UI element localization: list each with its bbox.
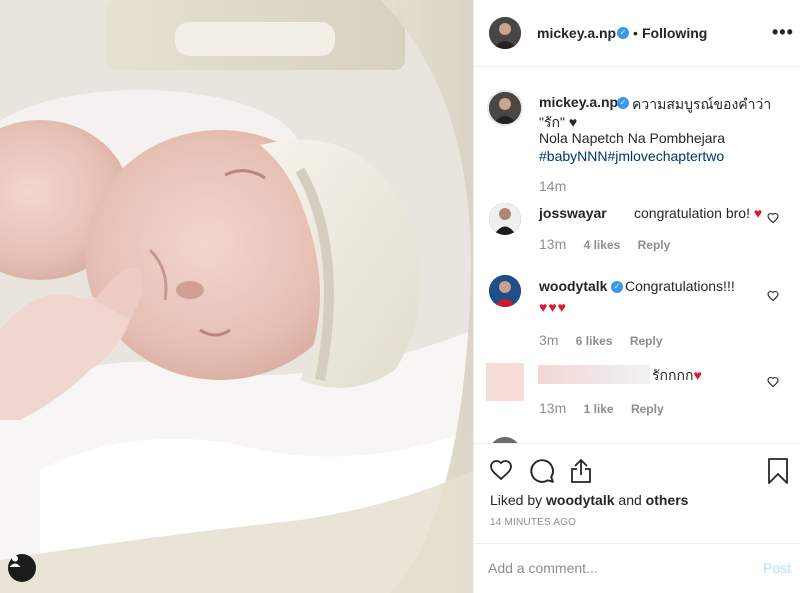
- heart-outline-icon[interactable]: [488, 458, 514, 482]
- heart-outline-icon[interactable]: [767, 290, 779, 302]
- commenter-avatar[interactable]: [489, 275, 521, 307]
- add-comment-bar: Post: [474, 543, 800, 593]
- commenter-username[interactable]: woodytalk: [539, 278, 607, 294]
- red-heart-emoji: ♥: [693, 367, 702, 383]
- comment-text: รักกกก♥: [652, 365, 702, 387]
- commenter-username[interactable]: josswayar: [539, 205, 607, 221]
- liked-by-prefix: Liked by: [490, 492, 543, 508]
- comment-input[interactable]: [488, 556, 738, 580]
- red-heart-emoji: ♥: [753, 205, 763, 221]
- share-upload-icon[interactable]: [569, 458, 593, 484]
- redacted-avatar[interactable]: [486, 363, 524, 401]
- post-photo[interactable]: [0, 0, 473, 593]
- author-avatar[interactable]: [489, 17, 521, 49]
- comment-meta: 3m 6 likes Reply: [539, 332, 677, 348]
- redacted-username: [538, 365, 650, 384]
- comment-meta: 13m 1 like Reply: [539, 400, 678, 416]
- comment-text-body: congratulation bro!: [634, 205, 750, 221]
- verified-badge-icon: ✓: [617, 97, 629, 109]
- post-header: mickey.a.np ✓ • Following •••: [474, 0, 800, 67]
- liked-by-username[interactable]: woodytalk: [546, 492, 614, 508]
- author-photo: [489, 17, 521, 49]
- caption-author-avatar[interactable]: [487, 90, 523, 126]
- verified-badge-icon: ✓: [617, 27, 629, 39]
- author-photo: [489, 92, 521, 124]
- reply-button[interactable]: Reply: [630, 334, 663, 348]
- comment-likes-count[interactable]: 4 likes: [584, 238, 621, 252]
- commenter-photo: [489, 275, 521, 307]
- caption-text-line1: ความสมบูรณ์ของคำว่า: [632, 96, 772, 112]
- caption-timestamp[interactable]: 14m: [539, 178, 566, 194]
- reply-button[interactable]: Reply: [638, 238, 671, 252]
- comment-time[interactable]: 3m: [539, 332, 558, 348]
- comment-text: congratulation bro! ♥: [634, 205, 762, 221]
- heart-outline-icon[interactable]: [767, 212, 779, 224]
- caption-text-line3: Nola Napetch Na Pombhejara: [539, 130, 725, 146]
- newborn-in-incubator-image: [0, 0, 473, 593]
- post-comment-button[interactable]: Post: [763, 560, 791, 576]
- bookmark-icon[interactable]: [767, 458, 789, 484]
- post-timestamp[interactable]: 14 MINUTES AGO: [490, 517, 576, 528]
- author-username[interactable]: mickey.a.np: [537, 25, 616, 41]
- comments-list[interactable]: mickey.a.np ✓ ความสมบูรณ์ของคำว่า "รัก" …: [474, 68, 800, 443]
- reply-button[interactable]: Reply: [631, 402, 664, 416]
- liked-by-others-link[interactable]: others: [646, 492, 689, 508]
- verified-badge-icon: ✓: [611, 281, 623, 293]
- next-comment-peek: [489, 436, 521, 443]
- post-side-panel: mickey.a.np ✓ • Following ••• mickey.a.n…: [473, 0, 800, 593]
- user-tag-button[interactable]: [8, 554, 36, 582]
- comment-likes-count[interactable]: 6 likes: [576, 334, 613, 348]
- comment-text-body: รักกกก: [652, 367, 694, 383]
- separator-dot: •: [633, 25, 638, 41]
- commenter-photo: [489, 203, 521, 235]
- comment-likes-count[interactable]: 1 like: [584, 402, 614, 416]
- caption-hashtags[interactable]: #babyNNN#jmlovechaptertwo: [539, 148, 724, 164]
- comment-time[interactable]: 13m: [539, 400, 566, 416]
- person-icon: [9, 555, 21, 567]
- caption-username[interactable]: mickey.a.np: [539, 94, 618, 110]
- comment-meta: 13m 4 likes Reply: [539, 236, 684, 252]
- comment-text: Congratulations!!!: [625, 278, 735, 294]
- red-heart-emojis: ♥♥♥: [539, 299, 567, 315]
- heart-outline-icon[interactable]: [767, 376, 779, 388]
- liked-by-summary: Liked by woodytalk and others: [490, 492, 688, 508]
- comment-time[interactable]: 13m: [539, 236, 566, 252]
- following-button[interactable]: Following: [642, 25, 707, 41]
- commenter-avatar[interactable]: [489, 203, 521, 235]
- more-options-icon[interactable]: •••: [772, 22, 794, 43]
- speech-bubble-icon[interactable]: [529, 458, 555, 484]
- liked-by-and: and: [618, 492, 642, 508]
- post-actions: Liked by woodytalk and others 14 MINUTES…: [474, 443, 800, 543]
